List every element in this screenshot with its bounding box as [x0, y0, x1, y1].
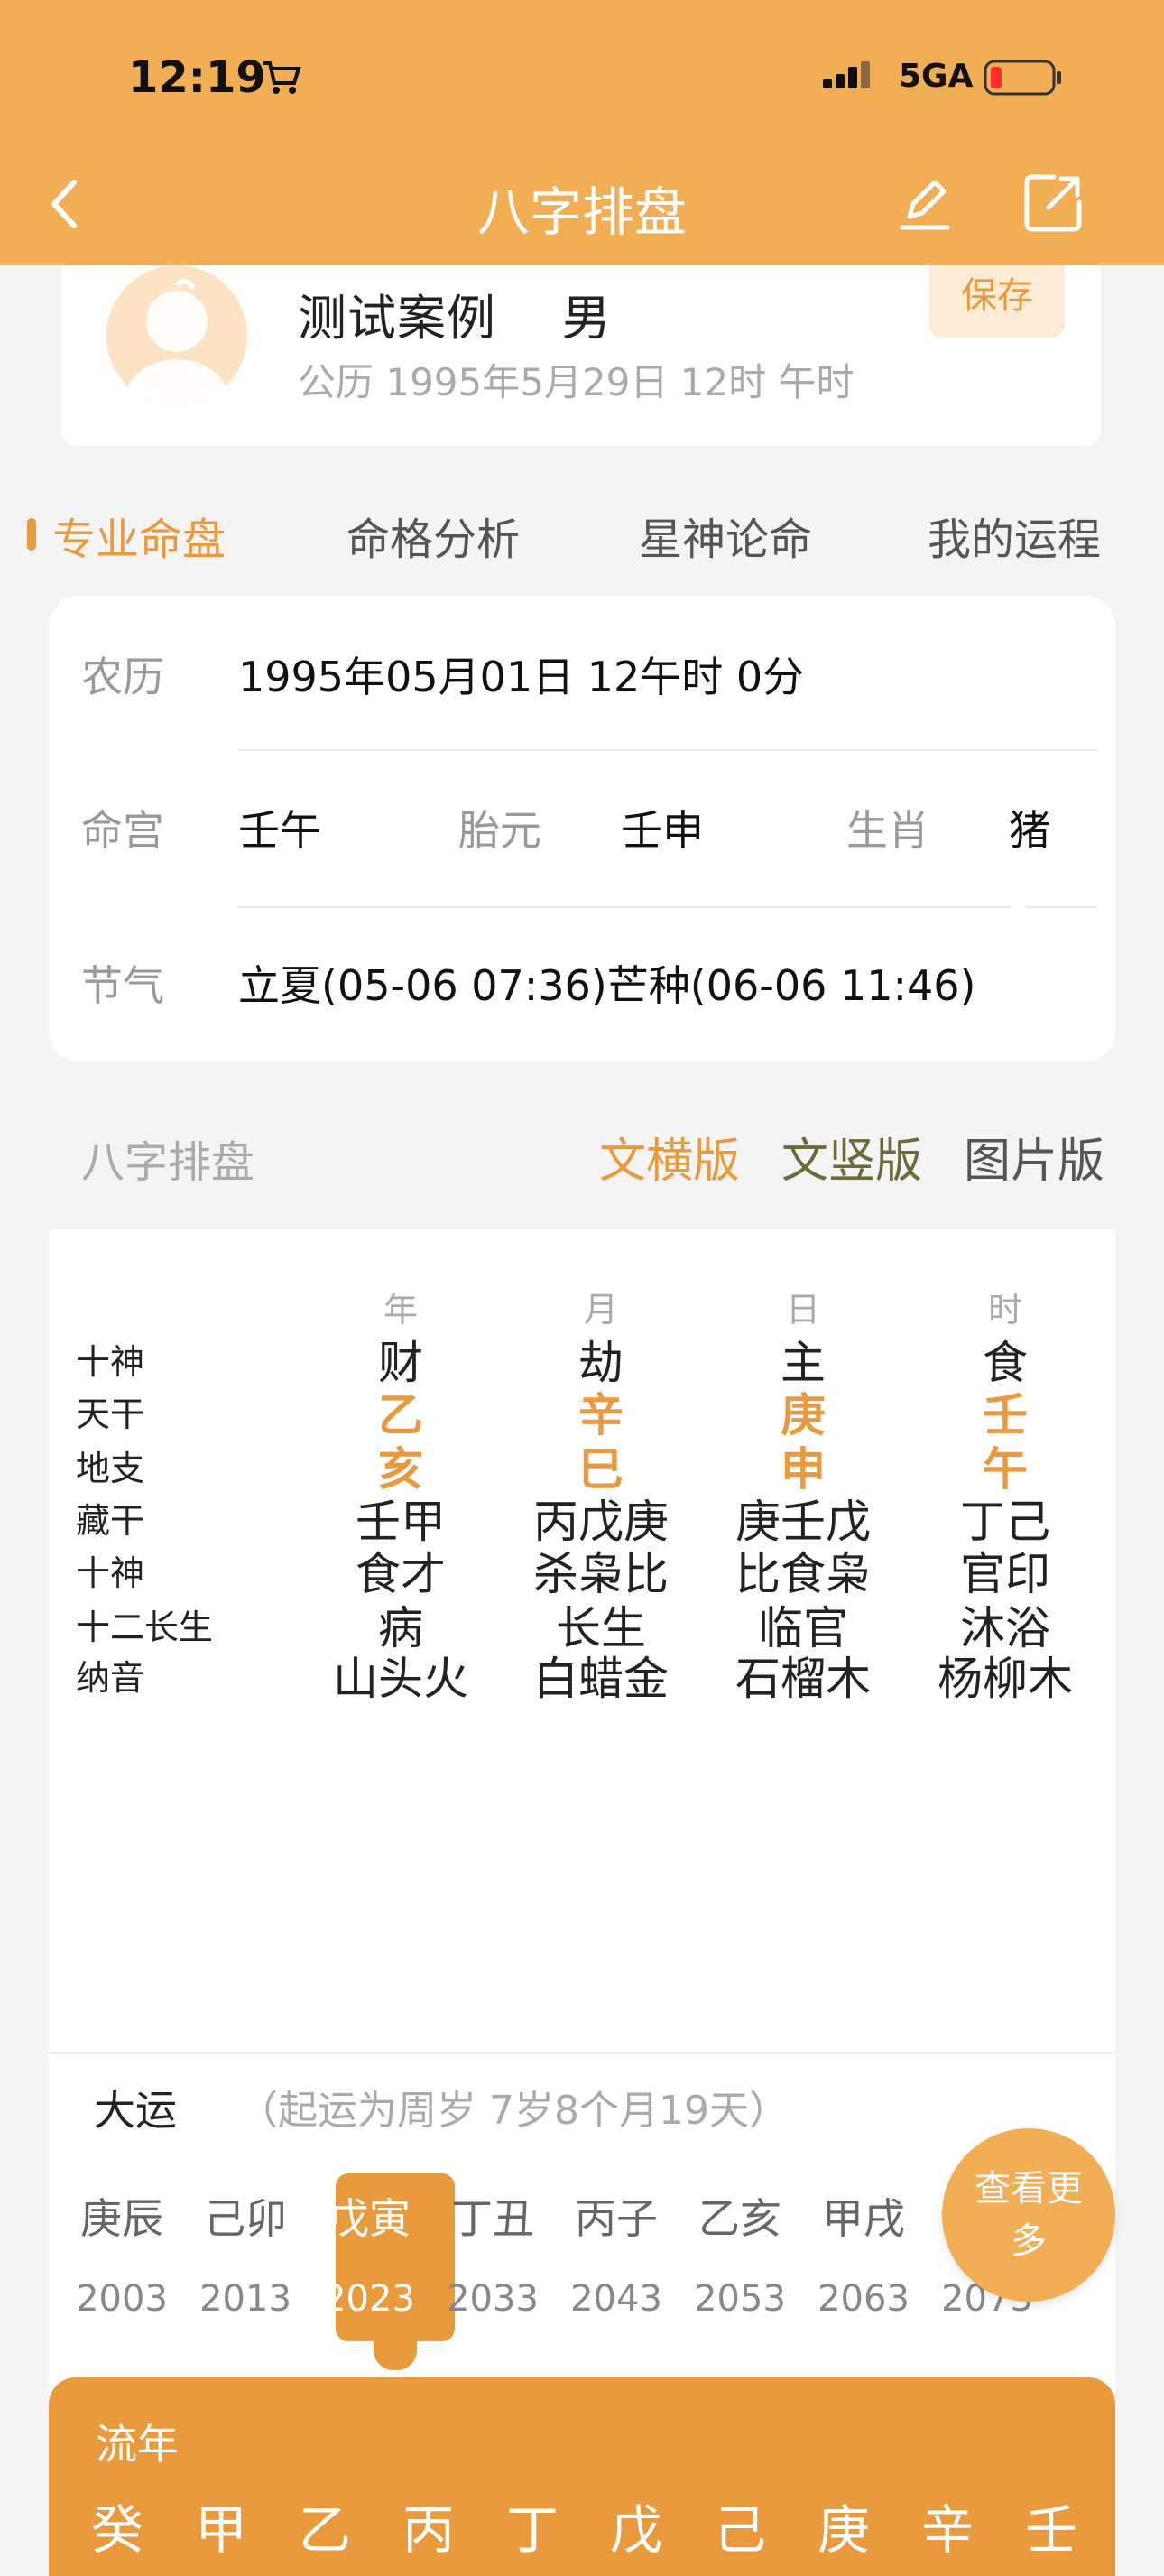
jieqi-value: 立夏(05-06 07:36)芒种(06-06 11:46)	[238, 961, 976, 1010]
tab-pro-chart[interactable]: 专业命盘	[52, 504, 226, 567]
info-card: 农历 1995年05月01日 12午时 0分 命宫 壬午 胎元 壬申 生肖 猪 …	[49, 596, 1115, 1061]
dayun-ganzhi[interactable]: 戊寅	[310, 2186, 428, 2246]
liunian-stem[interactable]: 丁	[487, 2488, 577, 2563]
zodiac-value: 猪	[1009, 806, 1050, 855]
taiyuan-value: 壬申	[621, 806, 704, 855]
page-title: 八字排盘	[476, 181, 687, 243]
column-day: 日	[785, 1290, 820, 1330]
app-header: 12:19 5GA 八字排盘	[0, 0, 1164, 265]
dayun-ganzhi[interactable]: 丙子	[558, 2186, 675, 2246]
profile-gender: 男	[561, 290, 612, 347]
column-month: 月	[583, 1290, 618, 1330]
dayun-year[interactable]: 2023	[310, 2278, 428, 2320]
dayun-ganzhi[interactable]: 己卯	[187, 2186, 304, 2246]
view-image[interactable]: 图片版	[964, 1123, 1104, 1191]
bazi-cell: 白蜡金	[533, 1653, 669, 1705]
liunian-stem[interactable]: 壬	[1006, 2488, 1096, 2563]
row-label: 天干	[76, 1395, 145, 1434]
row-label: 地支	[76, 1449, 145, 1488]
profile-name: 测试案例 男	[298, 290, 612, 347]
dayun-year[interactable]: 2053	[681, 2278, 799, 2320]
network-type: 5GA	[899, 58, 974, 95]
row-label: 纳音	[76, 1658, 145, 1698]
liunian-stem[interactable]: 庚	[799, 2488, 889, 2563]
tab-indicator	[27, 518, 36, 551]
dayun-year[interactable]: 2063	[805, 2278, 922, 2320]
dayun-ganzhi[interactable]: 庚辰	[63, 2186, 180, 2246]
bazi-table: 年 月 日 时 十神财劫主食天干乙辛庚壬地支亥巳申午藏干 壬甲 丙戊庚 庚壬戊 丁己 十神…	[49, 1229, 1115, 2524]
dayun-ganzhi[interactable]: 乙亥	[681, 2186, 799, 2246]
save-button[interactable]: 保存	[929, 265, 1065, 338]
edit-icon[interactable]	[893, 171, 956, 235]
bazi-section-title: 八字排盘	[81, 1137, 255, 1188]
dayun-ganzhi[interactable]: 丁丑	[434, 2186, 551, 2246]
liunian-stem[interactable]: 辛	[902, 2488, 993, 2563]
row-label: 十神	[76, 1342, 145, 1382]
tab-star-theory[interactable]: 星神论命	[639, 504, 812, 567]
tab-my-fortune[interactable]: 我的运程	[928, 504, 1101, 567]
view-more-button[interactable]: 查看更多	[942, 2128, 1115, 2302]
divider	[238, 906, 1011, 908]
liunian-stem[interactable]: 戊	[591, 2488, 681, 2563]
divider	[238, 749, 1097, 751]
liunian-stem[interactable]: 甲	[176, 2488, 266, 2563]
dayun-year[interactable]: 2003	[63, 2278, 180, 2320]
liunian-stem[interactable]: 丙	[383, 2488, 474, 2563]
liunian-stem[interactable]: 己	[695, 2488, 785, 2563]
signal-icon	[823, 61, 870, 88]
avatar	[106, 265, 247, 406]
view-vertical[interactable]: 文竖版	[781, 1123, 922, 1191]
tab-pattern-analysis[interactable]: 命格分析	[346, 504, 520, 567]
section-divider	[49, 2052, 1115, 2054]
dayun-year[interactable]: 2013	[187, 2278, 304, 2320]
taiyuan-label: 胎元	[458, 806, 541, 855]
divider	[1025, 906, 1097, 908]
dayun-year[interactable]: 2043	[558, 2278, 675, 2320]
liunian-stem[interactable]: 乙	[280, 2488, 370, 2563]
battery-icon	[984, 60, 1061, 96]
liunian-stem[interactable]: 癸	[72, 2488, 162, 2563]
dayun-note: （起运为周岁 7岁8个月19天）	[238, 2088, 789, 2134]
jieqi-label: 节气	[81, 961, 164, 1010]
bazi-cell: 杨柳木	[938, 1653, 1073, 1705]
zodiac-label: 生肖	[846, 806, 929, 855]
bazi-cell: 山头火	[333, 1653, 468, 1705]
view-horizontal[interactable]: 文横版	[599, 1123, 740, 1191]
dayun-selected-notch	[374, 2341, 417, 2370]
row-label: 藏干	[76, 1501, 145, 1541]
minggong-value: 壬午	[238, 806, 321, 855]
lunar-label: 农历	[81, 653, 164, 701]
column-hour: 时	[987, 1290, 1022, 1330]
cart-icon	[263, 61, 301, 94]
liunian-panel: 流年 癸甲乙丙丁戊己庚辛壬	[49, 2377, 1115, 2576]
share-icon[interactable]	[1021, 171, 1085, 235]
liunian-title: 流年	[96, 2420, 179, 2469]
minggong-label: 命宫	[81, 806, 164, 855]
row-label: 十二长生	[76, 1608, 214, 1647]
dayun-title: 大运	[94, 2086, 177, 2135]
profile-birth: 公历 1995年5月29日 12时 午时	[298, 360, 855, 404]
lunar-value: 1995年05月01日 12午时 0分	[238, 653, 805, 701]
dayun-year[interactable]: 2033	[434, 2278, 551, 2320]
profile-card: 测试案例 男 公历 1995年5月29日 12时 午时 保存	[61, 265, 1101, 446]
column-year: 年	[383, 1290, 418, 1330]
status-time: 12:19	[128, 52, 266, 103]
row-label: 十神	[76, 1553, 145, 1593]
dayun-ganzhi[interactable]: 甲戌	[805, 2186, 922, 2246]
bazi-cell: 石榴木	[735, 1653, 871, 1705]
